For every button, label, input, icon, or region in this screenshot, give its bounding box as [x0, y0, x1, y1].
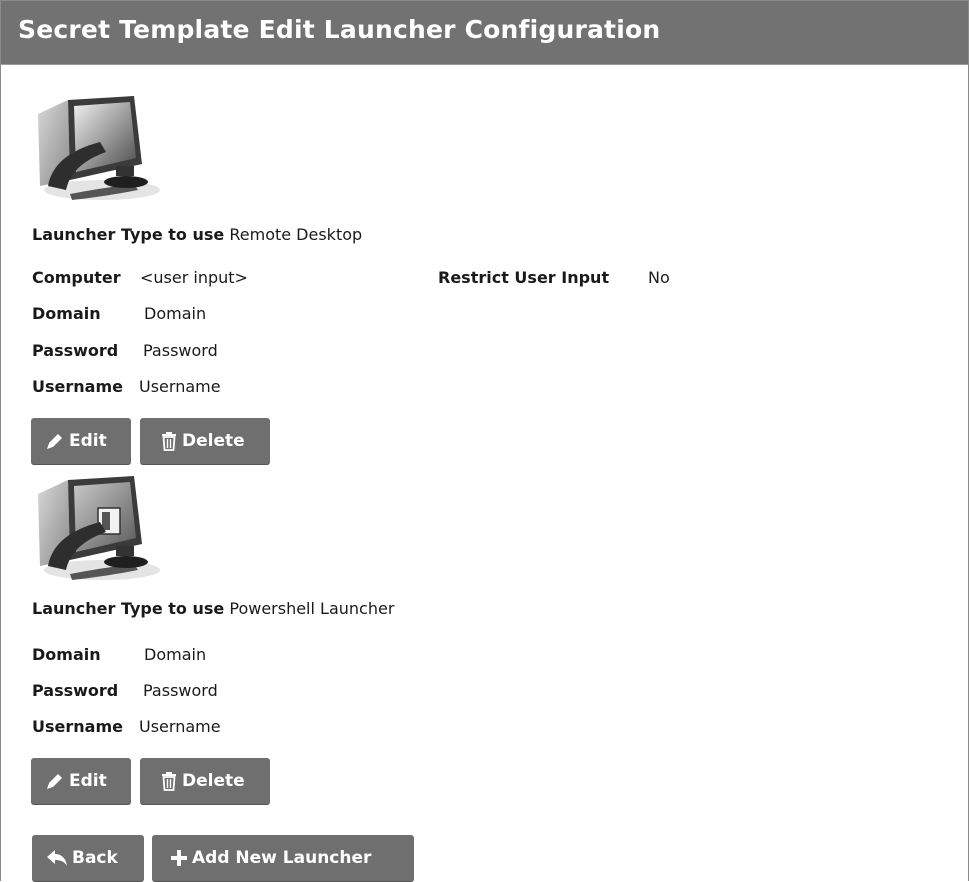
- back-button[interactable]: Back: [32, 835, 144, 881]
- field-value: Domain: [144, 304, 207, 323]
- back-button-label: Back: [72, 848, 118, 868]
- launcher-type-label: Launcher Type to use: [32, 225, 225, 244]
- trash-icon: [160, 771, 178, 791]
- field-row-computer: Computer <user input>: [32, 268, 248, 288]
- field-row-domain: Domain Domain: [32, 645, 206, 665]
- remote-desktop-monitor-icon: [30, 94, 160, 200]
- page-title: Secret Template Edit Launcher Configurat…: [18, 15, 661, 44]
- launcher-type-row: Launcher Type to use Powershell Launcher: [32, 599, 394, 619]
- launcher-type-value: Powershell Launcher: [229, 599, 395, 618]
- add-new-launcher-button[interactable]: Add New Launcher: [152, 835, 414, 881]
- field-row-restrict-user-input: Restrict User Input No: [438, 268, 670, 288]
- pencil-icon: [45, 771, 65, 791]
- field-label: Restrict User Input: [438, 268, 610, 287]
- add-new-launcher-label: Add New Launcher: [192, 848, 372, 868]
- field-label: Username: [32, 377, 123, 396]
- field-label: Computer: [32, 268, 121, 287]
- field-row-password: Password Password: [32, 341, 218, 361]
- field-label: Password: [32, 681, 119, 700]
- title-bar: Secret Template Edit Launcher Configurat…: [1, 1, 968, 65]
- edit-button[interactable]: Edit: [31, 758, 131, 804]
- delete-button[interactable]: Delete: [140, 758, 270, 804]
- launcher-type-value: Remote Desktop: [229, 225, 363, 244]
- powershell-monitor-icon: [30, 474, 160, 580]
- launcher-type-row: Launcher Type to use Remote Desktop: [32, 225, 362, 245]
- delete-button[interactable]: Delete: [140, 418, 270, 464]
- edit-button-label: Edit: [69, 431, 107, 451]
- pencil-icon: [45, 431, 65, 451]
- field-row-password: Password Password: [32, 681, 218, 701]
- field-value: Password: [143, 681, 218, 700]
- edit-button-label: Edit: [69, 771, 107, 791]
- edit-button[interactable]: Edit: [31, 418, 131, 464]
- trash-icon: [160, 431, 178, 451]
- delete-button-label: Delete: [182, 771, 245, 791]
- launcher-type-label: Launcher Type to use: [32, 599, 225, 618]
- reply-arrow-icon: [46, 848, 68, 868]
- delete-button-label: Delete: [182, 431, 245, 451]
- field-row-username: Username Username: [32, 377, 221, 397]
- field-label: Domain: [32, 645, 101, 664]
- field-row-domain: Domain Domain: [32, 304, 206, 324]
- field-label: Domain: [32, 304, 101, 323]
- field-value: Username: [139, 717, 221, 736]
- field-value: Username: [139, 377, 221, 396]
- field-row-username: Username Username: [32, 717, 221, 737]
- field-value: Password: [143, 341, 218, 360]
- field-label: Username: [32, 717, 123, 736]
- field-label: Password: [32, 341, 119, 360]
- field-value: <user input>: [140, 268, 248, 287]
- plus-icon: [170, 849, 188, 867]
- field-value: No: [648, 268, 670, 287]
- field-value: Domain: [144, 645, 207, 664]
